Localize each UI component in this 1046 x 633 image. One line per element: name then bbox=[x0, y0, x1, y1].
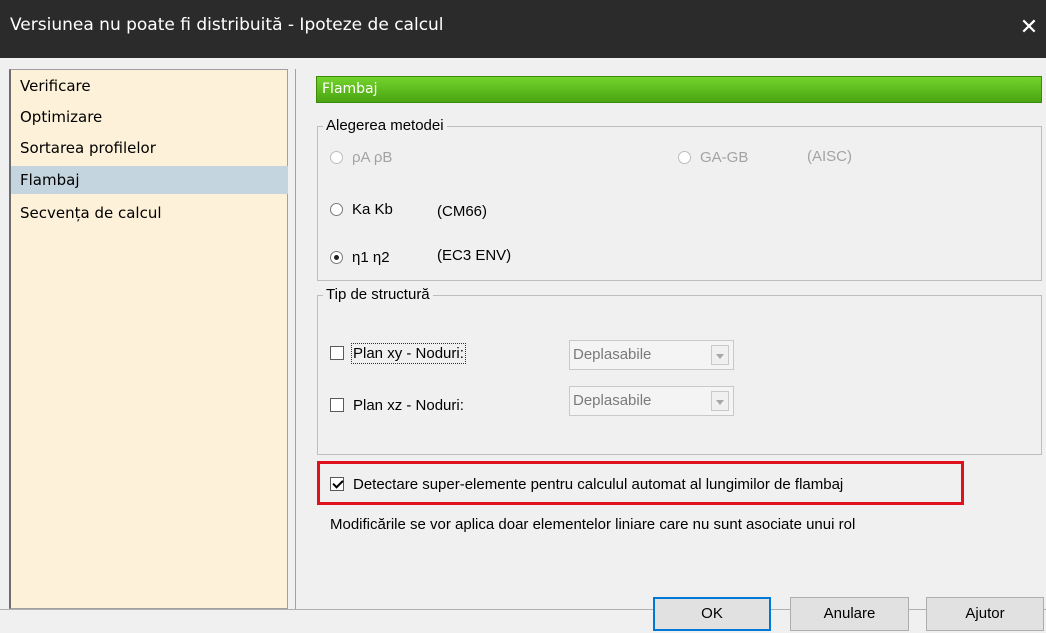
checkbox-box bbox=[330, 477, 344, 491]
sidebar-item-secventa-de-calcul[interactable]: Secvența de calcul bbox=[11, 199, 288, 227]
close-icon[interactable]: ✕ bbox=[1016, 14, 1042, 40]
section-header: Flambaj bbox=[316, 76, 1042, 103]
radio-circle bbox=[678, 150, 691, 164]
dropdown-value: Deplasabile bbox=[573, 392, 652, 409]
radio-circle bbox=[330, 150, 343, 164]
window-title: Versiunea nu poate fi distribuită - Ipot… bbox=[10, 15, 444, 35]
radio-eta1-eta2[interactable]: η1 η2 bbox=[330, 246, 390, 268]
radio-label: η1 η2 bbox=[352, 248, 390, 266]
checkbox-label: Detectare super-elemente pentru calculul… bbox=[353, 475, 844, 493]
radio-circle bbox=[330, 202, 343, 216]
chevron-down-icon[interactable] bbox=[711, 391, 729, 411]
radio-ga-gb[interactable]: GA-GB bbox=[678, 146, 748, 168]
checkbox-label: Plan xy - Noduri: bbox=[351, 342, 466, 364]
structure-group-legend: Tip de structură bbox=[323, 286, 433, 304]
radio-circle bbox=[330, 250, 343, 264]
sidebar-item-sortarea-profilelor[interactable]: Sortarea profilelor bbox=[11, 134, 288, 162]
checkbox-box bbox=[330, 346, 344, 360]
chevron-down-icon[interactable] bbox=[711, 345, 729, 365]
info-text: Modificările se vor aplica doar elemente… bbox=[330, 516, 856, 533]
checkbox-box bbox=[330, 398, 344, 412]
dropdown-value: Deplasabile bbox=[573, 346, 652, 363]
sidebar-item-flambaj[interactable]: Flambaj bbox=[11, 166, 288, 194]
radio-rhoa-rhob[interactable]: ρA ρB bbox=[330, 146, 392, 168]
radio-note-aisc: (AISC) bbox=[807, 148, 852, 165]
radio-note-cm66: (CM66) bbox=[437, 203, 488, 220]
sidebar-item-verificare[interactable]: Verificare bbox=[11, 72, 288, 100]
radio-note-ec3-env: (EC3 ENV) bbox=[437, 247, 512, 264]
checkbox-label: Plan xz - Noduri: bbox=[353, 396, 464, 414]
cancel-button[interactable]: Anulare bbox=[790, 597, 909, 631]
radio-label: GA-GB bbox=[700, 148, 749, 166]
structure-group: Tip de structură bbox=[317, 286, 1042, 455]
sidebar-tree: Verificare Optimizare Sortarea profilelo… bbox=[9, 69, 288, 609]
sidebar-item-optimizare[interactable]: Optimizare bbox=[11, 103, 288, 131]
ok-button[interactable]: OK bbox=[653, 597, 771, 631]
method-group-legend: Alegerea metodei bbox=[323, 117, 447, 135]
radio-ka-kb[interactable]: Ka Kb bbox=[330, 198, 393, 220]
dropdown-plan-xy[interactable]: Deplasabile bbox=[569, 340, 734, 370]
help-button[interactable]: Ajutor bbox=[926, 597, 1044, 631]
checkbox-plan-xz[interactable]: Plan xz - Noduri: bbox=[330, 394, 464, 416]
checkbox-detect-super-elements[interactable]: Detectare super-elemente pentru calculul… bbox=[330, 473, 843, 495]
title-bar: Versiunea nu poate fi distribuită - Ipot… bbox=[0, 0, 1046, 58]
dropdown-plan-xz[interactable]: Deplasabile bbox=[569, 386, 734, 416]
checkbox-plan-xy[interactable]: Plan xy - Noduri: bbox=[330, 342, 466, 364]
radio-label: ρA ρB bbox=[352, 148, 393, 166]
radio-label: Ka Kb bbox=[352, 200, 393, 218]
